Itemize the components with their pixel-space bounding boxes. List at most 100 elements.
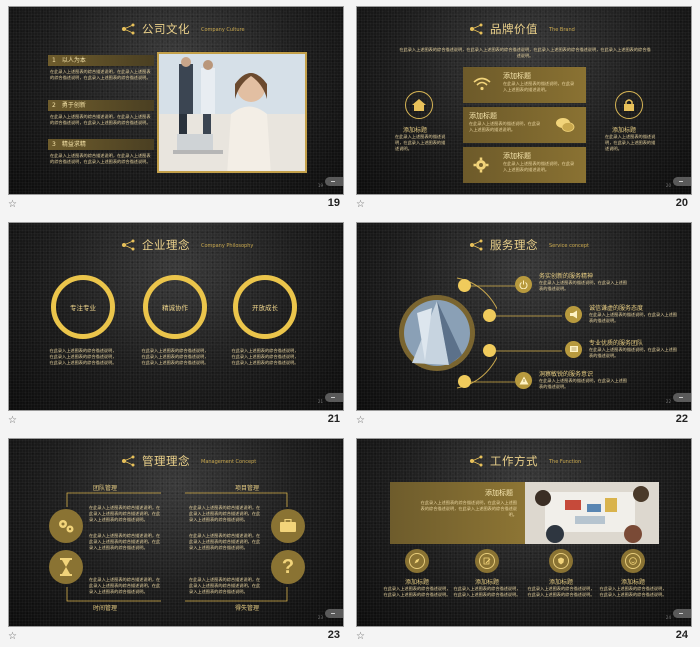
service-item: 专业优质的服务团队 在此录入上述图表的描述说明，在此录入上述图表的描述说明。	[589, 338, 679, 359]
slide-thumbnail-21[interactable]: 企业理念 Company Philosophy 专注专业 精诚协作 开放成长 在…	[8, 222, 344, 431]
slide-23[interactable]: 管理理念 Management Concept 团队管理 项目管理 时间管理 得…	[8, 438, 344, 627]
brand-box: 添加标题 在此录入上述图表的描述说明，在此录入上述图表的描述说明。	[463, 107, 586, 143]
slide-21[interactable]: 企业理念 Company Philosophy 专注专业 精诚协作 开放成长 在…	[8, 222, 344, 411]
side-text-left: 在此录入上述图表的描述说明，在此录入上述图表的描述说明。	[395, 134, 446, 151]
quadrant-text: 在此录入上述图表的综合描述说明，在此录入上述图表的综合描述说明，在此录入上述图表…	[189, 533, 261, 550]
chat-icon	[556, 118, 575, 132]
slide-notes-button[interactable]	[325, 393, 343, 402]
side-title-right: 添加标题	[612, 127, 637, 134]
slide-notes-button[interactable]	[673, 177, 691, 186]
office-photo	[157, 52, 307, 173]
slide-notes-button[interactable]	[673, 393, 691, 402]
molecule-icon	[470, 239, 483, 251]
molecule-icon	[122, 239, 135, 251]
slide-number: 19	[327, 197, 340, 209]
function-title: 添加标题	[620, 579, 645, 586]
function-item: 添加标题 在此录入上述图表的综合描述说明，在此录入上述图表的综合描述说明。	[526, 577, 596, 598]
slide-number: 20	[675, 197, 688, 209]
ring-label: 精诚协作	[162, 304, 188, 312]
culture-item: 1 以人为本 在此录入上述图表的综合描述说明，在此录入上述图表的综合描述说明，在此…	[48, 55, 154, 81]
service-label: 诚信谦虚的服务态度	[589, 305, 644, 312]
slide-thumbnail-23[interactable]: 管理理念 Management Concept 团队管理 项目管理 时间管理 得…	[8, 438, 344, 647]
service-text: 在此录入上述图表的描述说明，在此录入上述图表的描述说明。	[539, 378, 627, 389]
hourglass-icon	[49, 550, 83, 584]
slide-title-group: 品牌价值 The Brand	[469, 21, 575, 37]
intro-text: 在此录入上述图表的综合描述说明，在此录入上述图表的综合描述说明，在此录入上述图表…	[399, 47, 651, 58]
slide-title-group: 公司文化 Company Culture	[121, 21, 245, 37]
item-text: 在此录入上述图表的综合描述说明，在此录入上述图表的综合描述说明，在此录入上述图表…	[50, 114, 151, 125]
edit-icon	[475, 549, 499, 573]
item-number: 3	[52, 141, 56, 148]
side-text-right: 在此录入上述图表的描述说明，在此录入上述图表的描述说明。	[605, 134, 656, 151]
star-icon[interactable]: ☆	[8, 199, 17, 210]
slide-number: 24	[675, 629, 688, 641]
lock-icon	[615, 91, 643, 119]
slide-title-group: 工作方式 The Function	[469, 453, 581, 469]
function-item: 添加标题 在此录入上述图表的综合描述说明，在此录入上述图表的综合描述说明。	[452, 577, 522, 598]
service-item: 诚信谦虚的服务态度 在此录入上述图表的描述说明，在此录入上述图表的描述说明。	[589, 303, 679, 324]
item-label: 勇于创新	[61, 102, 86, 109]
management-label: 得失管理	[235, 605, 260, 612]
slide-subtitle: Service concept	[549, 243, 590, 249]
function-item: 添加标题 在此录入上述图表的综合描述说明，在此录入上述图表的综合描述说明。	[382, 577, 452, 598]
slide-title: 工作方式	[490, 454, 538, 468]
item-text: 在此录入上述图表的综合描述说明，在此录入上述图表的综合描述说明，在此录入上述图表…	[50, 69, 151, 80]
slide-thumbnail-19[interactable]: 公司文化 Company Culture 1 以人为本 在此录入上述图表的综合描述…	[8, 6, 344, 215]
philosophy-ring: 专注专业	[51, 275, 115, 339]
slide-notes-button[interactable]	[325, 177, 343, 186]
slide-title: 品牌价值	[490, 22, 538, 36]
function-text: 在此录入上述图表的综合描述说明，在此录入上述图表的综合描述说明。	[599, 586, 667, 597]
star-icon[interactable]: ☆	[356, 415, 365, 426]
slide-notes-button[interactable]	[673, 609, 691, 618]
slide-22[interactable]: 服务理念 Service concept 务实创新的服务精神 在此录入上述图表的…	[356, 222, 692, 411]
slide-title: 公司文化	[142, 22, 190, 36]
slide-title-group: 服务理念 Service concept	[469, 237, 589, 253]
slide-thumbnail-20[interactable]: 品牌价值 The Brand 在此录入上述图表的综合描述说明，在此录入上述图表的…	[356, 6, 692, 215]
quadrant-text: 在此录入上述图表的综合描述说明，在此录入上述图表的综合描述说明，在此录入上述图表…	[189, 505, 261, 522]
side-title-left: 添加标题	[403, 127, 428, 134]
panel-text: 在此录入上述图表的综合描述说明，在此录入上述图表的综合描述说明，在此录入上述图表…	[420, 500, 517, 517]
smiley-icon	[621, 549, 645, 573]
compass-icon	[405, 549, 429, 573]
star-icon[interactable]: ☆	[8, 631, 17, 642]
star-icon[interactable]: ☆	[356, 199, 365, 210]
service-item: 务实创新的服务精神 在此录入上述图表的描述说明，在此录入上述图表的描述说明。	[539, 271, 629, 292]
star-icon[interactable]: ☆	[8, 415, 17, 426]
quadrant-text: 在此录入上述图表的综合描述说明，在此录入上述图表的综合描述说明，在此录入上述图表…	[89, 533, 161, 550]
service-text: 在此录入上述图表的描述说明，在此录入上述图表的描述说明。	[539, 280, 627, 291]
slide-thumbnail-22[interactable]: 服务理念 Service concept 务实创新的服务精神 在此录入上述图表的…	[356, 222, 692, 431]
box-text: 在此录入上述图表的描述说明，在此录入上述图表的描述说明。	[503, 161, 575, 172]
slide-24[interactable]: 工作方式 The Function 添加标题 在此录入上述图表的综合描述说明，在…	[356, 438, 692, 627]
philosophy-ring: 精诚协作	[143, 275, 207, 339]
warning-icon	[515, 372, 532, 389]
slide-page-number: 22	[665, 399, 671, 404]
function-title: 添加标题	[548, 579, 573, 586]
box-title: 添加标题	[503, 152, 531, 160]
function-title: 添加标题	[404, 579, 429, 586]
culture-item: 2 勇于创新 在此录入上述图表的综合描述说明，在此录入上述图表的综合描述说明，在此…	[48, 100, 154, 126]
slide-title-group: 企业理念 Company Philosophy	[121, 237, 253, 253]
slide-number: 21	[327, 413, 340, 425]
box-title: 添加标题	[503, 72, 531, 80]
star-icon[interactable]: ☆	[356, 631, 365, 642]
slide-notes-button[interactable]	[325, 609, 343, 618]
item-number: 2	[52, 102, 56, 109]
item-number: 1	[52, 57, 56, 64]
box-text: 在此录入上述图表的描述说明，在此录入上述图表的描述说明。	[503, 81, 575, 92]
service-text: 在此录入上述图表的描述说明，在此录入上述图表的描述说明。	[589, 347, 677, 358]
management-label: 时间管理	[93, 605, 118, 612]
home-icon	[405, 91, 433, 119]
slide-20[interactable]: 品牌价值 The Brand 在此录入上述图表的综合描述说明，在此录入上述图表的…	[356, 6, 692, 195]
diploma-icon	[565, 341, 582, 358]
function-title: 添加标题	[474, 579, 499, 586]
question-icon: ?	[271, 550, 305, 584]
slide-number: 22	[675, 413, 688, 425]
gears-icon	[49, 509, 83, 543]
quadrant-text: 在此录入上述图表的综合描述说明，在此录入上述图表的综合描述说明，在此录入上述图表…	[189, 577, 261, 594]
briefcase-icon	[271, 509, 305, 543]
slide-thumbnail-24[interactable]: 工作方式 The Function 添加标题 在此录入上述图表的综合描述说明，在…	[356, 438, 692, 647]
service-label: 专业优质的服务团队	[589, 340, 644, 347]
slide-19[interactable]: 公司文化 Company Culture 1 以人为本 在此录入上述图表的综合描述…	[8, 6, 344, 195]
service-label: 务实创新的服务精神	[539, 273, 594, 280]
slide-page-number: 24	[665, 615, 671, 620]
